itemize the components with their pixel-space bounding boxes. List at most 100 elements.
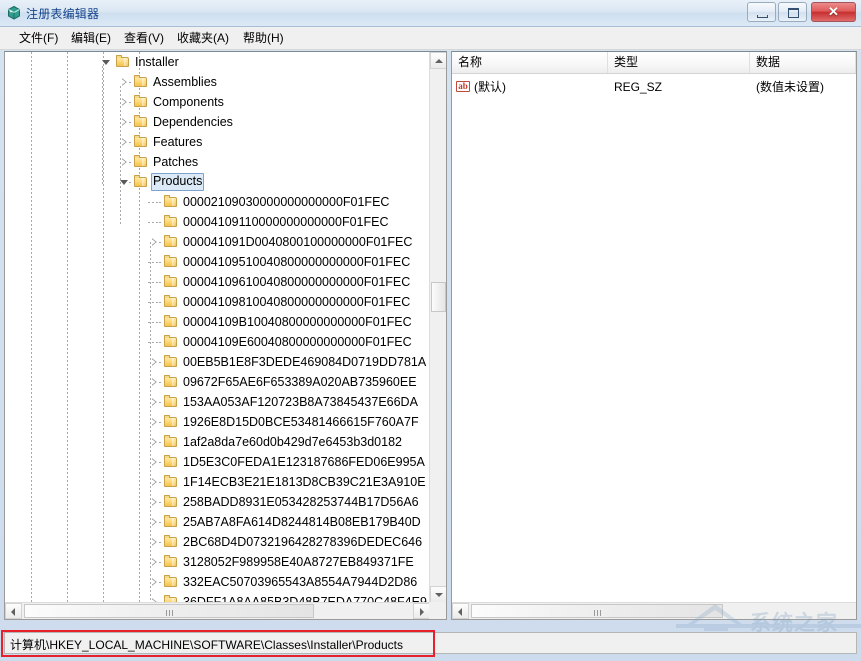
value-row[interactable]: ab (默认) REG_SZ (数值未设置) xyxy=(452,78,856,97)
tree-node[interactable]: 1D5E3C0FEDA1E123187686FED06E995A xyxy=(5,452,430,472)
tree-node-label[interactable]: 00004109610040800000000000F01FEC xyxy=(181,274,412,290)
tree-node-label[interactable]: Features xyxy=(151,134,204,150)
tree-node[interactable]: 1af2a8da7e60d0b429d7e6453b3d0182 xyxy=(5,432,430,452)
tree-expander-closed-icon[interactable] xyxy=(150,458,159,467)
tree-node[interactable]: Products xyxy=(5,172,430,192)
tree-node[interactable]: 09672F65AE6F653389A020AB735960EE xyxy=(5,372,430,392)
tree-node[interactable]: 00002109030000000000000F01FEC xyxy=(5,192,430,212)
tree-expander-closed-icon[interactable] xyxy=(150,498,159,507)
scroll-left-button[interactable] xyxy=(5,603,22,619)
column-header-1[interactable]: 类型 xyxy=(608,52,750,73)
tree-node-label[interactable]: Assemblies xyxy=(151,74,219,90)
tree-node[interactable]: Components xyxy=(5,92,430,112)
tree-expander-closed-icon[interactable] xyxy=(150,558,159,567)
column-header-2[interactable]: 数据 xyxy=(750,52,856,73)
tree-node[interactable]: 00004109110000000000000F01FEC xyxy=(5,212,430,232)
scroll-up-button[interactable] xyxy=(430,52,446,69)
tree-expander-closed-icon[interactable] xyxy=(150,238,159,247)
tree-node-label[interactable]: 00004109E60040800000000000F01FEC xyxy=(181,334,414,350)
tree-node-label[interactable]: 153AA053AF120723B8A73845437E66DA xyxy=(181,394,420,410)
tree-node-label[interactable]: 00002109030000000000000F01FEC xyxy=(181,194,391,210)
values-column-header[interactable]: 名称 类型 数据 xyxy=(452,52,856,74)
tree-node[interactable]: 00004109B10040800000000000F01FEC xyxy=(5,312,430,332)
tree-horizontal-scrollbar[interactable] xyxy=(5,602,430,619)
tree-node[interactable]: Features xyxy=(5,132,430,152)
tree-expander-closed-icon[interactable] xyxy=(150,438,159,447)
tree-expander-closed-icon[interactable] xyxy=(150,518,159,527)
tree-node[interactable]: 258BADD8931E053428253744B17D56A6 xyxy=(5,492,430,512)
tree-node-label[interactable]: 09672F65AE6F653389A020AB735960EE xyxy=(181,374,419,390)
tree-node-label[interactable]: 00004109510040800000000000F01FEC xyxy=(181,254,412,270)
menu-item-3[interactable]: 收藏夹(A) xyxy=(172,30,234,47)
tree-node[interactable]: 332EAC50703965543A8554A7944D2D86 xyxy=(5,572,430,592)
tree-expander-open-icon[interactable] xyxy=(120,178,129,187)
tree-node-label[interactable]: 1926E8D15D0BCE53481466615F760A7F xyxy=(181,414,421,430)
tree-node-label[interactable]: 1F14ECB3E21E1813D8CB39C21E3A910E xyxy=(181,474,428,490)
tree-node-label[interactable]: Installer xyxy=(133,54,181,70)
tree-node-label[interactable]: 00004109110000000000000F01FEC xyxy=(181,214,391,230)
tree-expander-closed-icon[interactable] xyxy=(150,358,159,367)
tree-node[interactable]: Assemblies xyxy=(5,72,430,92)
tree-expander-closed-icon[interactable] xyxy=(120,138,129,147)
tree-expander-closed-icon[interactable] xyxy=(150,378,159,387)
close-button[interactable]: ✕ xyxy=(811,2,856,22)
tree-expander-closed-icon[interactable] xyxy=(150,418,159,427)
tree-node-label[interactable]: Patches xyxy=(151,154,200,170)
tree-node[interactable]: 153AA053AF120723B8A73845437E66DA xyxy=(5,392,430,412)
tree-node[interactable]: Patches xyxy=(5,152,430,172)
tree-node[interactable]: 1F14ECB3E21E1813D8CB39C21E3A910E xyxy=(5,472,430,492)
tree-node[interactable]: 000041091D0040800100000000F01FEC xyxy=(5,232,430,252)
menu-item-1[interactable]: 编辑(E) xyxy=(66,30,116,47)
tree-node[interactable]: 2BC68D4D0732196428278396DEDEC646 xyxy=(5,532,430,552)
tree-node-label[interactable]: 000041091D0040800100000000F01FEC xyxy=(181,234,414,250)
column-header-0[interactable]: 名称 xyxy=(452,52,608,73)
menu-item-2[interactable]: 查看(V) xyxy=(119,30,169,47)
minimize-button[interactable] xyxy=(747,2,776,22)
registry-tree[interactable]: Installer Assemblies Components Dependencie… xyxy=(5,52,430,603)
tree-node[interactable]: Installer xyxy=(5,52,430,72)
tree-expander-closed-icon[interactable] xyxy=(120,118,129,127)
tree-node-label[interactable]: 2BC68D4D0732196428278396DEDEC646 xyxy=(181,534,424,550)
tree-node-label[interactable]: Products xyxy=(151,173,205,191)
tree-node[interactable]: 1926E8D15D0BCE53481466615F760A7F xyxy=(5,412,430,432)
tree-expander-closed-icon[interactable] xyxy=(150,478,159,487)
scroll-left-button[interactable] xyxy=(452,603,469,619)
tree-node-label[interactable]: 3128052F989958E40A8727EB849371FE xyxy=(181,554,416,570)
tree-hscroll-thumb[interactable] xyxy=(24,604,314,618)
values-hscroll-thumb[interactable] xyxy=(471,604,723,618)
tree-vertical-scrollbar[interactable] xyxy=(429,52,446,603)
tree-node-label[interactable]: 258BADD8931E053428253744B17D56A6 xyxy=(181,494,421,510)
tree-expander-closed-icon[interactable] xyxy=(120,98,129,107)
tree-expander-closed-icon[interactable] xyxy=(150,538,159,547)
maximize-button[interactable] xyxy=(778,2,807,22)
scroll-down-button[interactable] xyxy=(430,586,446,603)
tree-node[interactable]: 3128052F989958E40A8727EB849371FE xyxy=(5,552,430,572)
tree-node-label[interactable]: 332EAC50703965543A8554A7944D2D86 xyxy=(181,574,419,590)
tree-node-label[interactable]: Dependencies xyxy=(151,114,235,130)
tree-node[interactable]: Dependencies xyxy=(5,112,430,132)
tree-scroll-thumb[interactable] xyxy=(431,282,446,312)
tree-node-label[interactable]: 00004109B10040800000000000F01FEC xyxy=(181,314,414,330)
tree-node[interactable]: 25AB7A8FA614D8244814B08EB179B40D xyxy=(5,512,430,532)
menu-item-0[interactable]: 文件(F) xyxy=(14,30,63,47)
tree-node[interactable]: 00004109610040800000000000F01FEC xyxy=(5,272,430,292)
tree-node-label[interactable]: 1D5E3C0FEDA1E123187686FED06E995A xyxy=(181,454,427,470)
tree-node[interactable]: 00004109E60040800000000000F01FEC xyxy=(5,332,430,352)
tree-expander-open-icon[interactable] xyxy=(102,58,111,67)
tree-node[interactable]: 00EB5B1E8F3DEDE469084D0719DD781A xyxy=(5,352,430,372)
tree-expander-closed-icon[interactable] xyxy=(150,578,159,587)
tree-expander-closed-icon[interactable] xyxy=(120,78,129,87)
scroll-right-button[interactable] xyxy=(413,603,430,619)
menu-item-4[interactable]: 帮助(H) xyxy=(238,30,289,47)
tree-node[interactable]: 00004109510040800000000000F01FEC xyxy=(5,252,430,272)
tree-node-label[interactable]: 00EB5B1E8F3DEDE469084D0719DD781A xyxy=(181,354,428,370)
tree-expander-closed-icon[interactable] xyxy=(150,398,159,407)
tree-expander-closed-icon[interactable] xyxy=(120,158,129,167)
tree-node-label[interactable]: 1af2a8da7e60d0b429d7e6453b3d0182 xyxy=(181,434,404,450)
tree-node[interactable]: 00004109810040800000000000F01FEC xyxy=(5,292,430,312)
tree-node-label[interactable]: 00004109810040800000000000F01FEC xyxy=(181,294,412,310)
title-bar[interactable]: 注册表编辑器 ✕ xyxy=(0,0,861,27)
tree-node-label[interactable]: 25AB7A8FA614D8244814B08EB179B40D xyxy=(181,514,423,530)
values-horizontal-scrollbar[interactable] xyxy=(452,602,856,619)
tree-node-label[interactable]: Components xyxy=(151,94,226,110)
